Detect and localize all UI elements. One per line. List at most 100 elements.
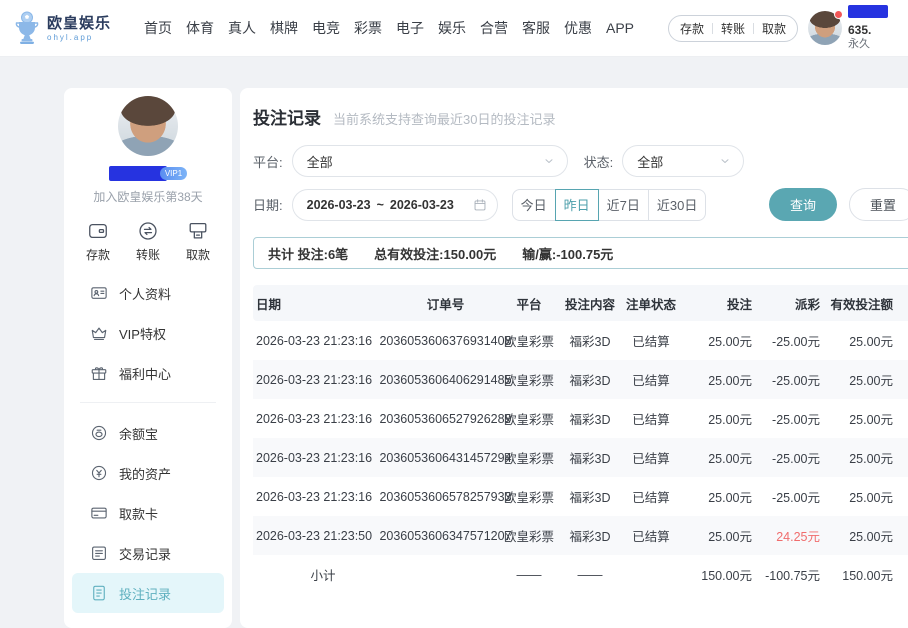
sidebar-item-transactions[interactable]: 交易记录 [72,533,224,573]
date-from: 2026-03-23 [307,198,371,212]
cell-date: 2026-03-23 21:23:16 [253,360,393,399]
sidebar-item-vip[interactable]: VIP特权 [72,313,224,353]
nav-item[interactable]: 合营 [480,18,508,38]
cell-order-number: 2036053606578257933 [393,477,498,516]
cell-payout: -100.75元 [754,555,824,594]
cell-bet-amount: 25.00元 [682,477,754,516]
top-navbar: 欧皇娱乐 ohyl.app 首页体育真人棋牌电竞彩票电子娱乐合营客服优惠APP … [0,0,908,57]
sidebar-item-profile[interactable]: 个人资料 [72,273,224,313]
date-range-input[interactable]: 2026-03-23 ~ 2026-03-23 [292,189,498,221]
cell-bet-amount: 25.00元 [682,360,754,399]
cell-bet-content: 福彩3D [560,360,620,399]
main-nav: 首页体育真人棋牌电竞彩票电子娱乐合营客服优惠 APP [144,18,634,38]
divider [712,23,713,34]
platform-label: 平台: [253,152,283,171]
status-select[interactable]: 全部 [622,145,744,177]
transactions-icon [90,544,108,562]
sidebar-item-welfare[interactable]: 福利中心 [72,353,224,393]
cell-bet-content: 福彩3D [560,477,620,516]
nav-item[interactable]: 优惠 [564,18,592,38]
profile-avatar[interactable] [118,96,178,156]
column-header: 订单号 [393,285,498,321]
sidebar-withdraw-button[interactable]: 取款 [186,220,210,263]
cell-platform: 欧皇彩票 [498,360,560,399]
withdraw-link[interactable]: 取款 [762,20,786,37]
cell-valid-bet: 25.00元 [824,360,901,399]
nav-item[interactable]: 棋牌 [270,18,298,38]
search-button[interactable]: 查询 [769,188,837,221]
sidebar-item-withdraw-card[interactable]: 取款卡 [72,493,224,533]
brand-domain: ohyl.app [47,33,111,42]
column-header: 投注内容 [560,285,620,321]
cell-valid-bet: 25.00元 [824,321,901,360]
subtotal-row: 小计 —— —— 150.00元 -100.75元 150.00元 [253,555,908,594]
cell-bet-content: 福彩3D [560,516,620,555]
cell-platform: —— [498,555,560,594]
page-title: 投注记录 [253,104,321,129]
cell-bet-amount: 25.00元 [682,516,754,555]
sidebar-transfer-button[interactable]: 转账 [136,220,160,263]
cell-order-number: 2036053606406291485 [393,360,498,399]
betting-records-icon [90,584,108,602]
brand-name: 欧皇娱乐 [47,15,111,32]
table-row: 2026-03-23 21:23:16 2036053606578257933 … [253,477,908,516]
sidebar-deposit-button[interactable]: 存款 [86,220,110,263]
table-row: 2026-03-23 21:23:16 2036053606376931408 … [253,321,908,360]
date-label: 日期: [253,195,283,214]
sidebar-item-betting-records[interactable]: 投注记录 [72,573,224,613]
nav-item[interactable]: 娱乐 [438,18,466,38]
nav-item[interactable]: 体育 [186,18,214,38]
cell-bet-amount: 25.00元 [682,438,754,477]
date-preset-button[interactable]: 今日 [512,189,556,221]
nav-item[interactable]: 客服 [522,18,550,38]
cell-payout: -25.00元 [754,399,824,438]
gift-icon [90,364,108,382]
nav-item[interactable]: 电竞 [312,18,340,38]
sidebar-item-yuebao[interactable]: 余额宝 [72,413,224,453]
date-preset-button[interactable]: 近30日 [648,189,706,221]
column-header: 派彩 [754,285,824,321]
reset-button[interactable]: 重置 [849,188,908,221]
platform-select[interactable]: 全部 [292,145,568,177]
nav-item[interactable]: 首页 [144,18,172,38]
id-card-icon [90,284,108,302]
summary-total: 共计 投注:6笔 [268,244,348,263]
transfer-icon [137,220,159,242]
cell-valid-bet: 25.00元 [824,438,901,477]
cell-valid-bet: 150.00元 [824,555,901,594]
nav-item[interactable]: 彩票 [354,18,382,38]
cell-bet-content: 福彩3D [560,321,620,360]
date-preset-button[interactable]: 昨日 [555,189,599,221]
chevron-down-icon [719,155,731,167]
brand-logo[interactable]: 欧皇娱乐 ohyl.app [14,11,134,45]
column-header: 平台 [498,285,560,321]
crown-icon [90,324,108,342]
cell-bet-amount: 150.00元 [682,555,754,594]
nav-item[interactable]: 电子 [396,18,424,38]
cell-payout: -25.00元 [754,360,824,399]
user-vip-status: 永久 [848,38,908,51]
nav-item[interactable]: APP [606,20,634,36]
cell-date: 2026-03-23 21:23:16 [253,477,393,516]
assets-icon [90,464,108,482]
cell-bet-content: 福彩3D [560,399,620,438]
user-balance: 635. [848,23,908,38]
deposit-link[interactable]: 存款 [680,20,704,37]
user-info[interactable]: 635. 永久 [848,5,908,51]
user-avatar[interactable] [808,11,842,45]
table-row: 2026-03-23 21:23:16 2036053606406291485 … [253,360,908,399]
cell-date: 2026-03-23 21:23:16 [253,399,393,438]
transfer-link[interactable]: 转账 [721,20,745,37]
table-header-row: 日期订单号平台投注内容注单状态投注派彩有效投注额 [253,285,908,321]
sidebar-item-assets[interactable]: 我的资产 [72,453,224,493]
cell-platform: 欧皇彩票 [498,477,560,516]
cell-status: 已结算 [620,516,682,555]
date-preset-button[interactable]: 近7日 [598,189,649,221]
cell-bet-content: —— [560,555,620,594]
nav-item[interactable]: 真人 [228,18,256,38]
cell-status: 已结算 [620,477,682,516]
notification-dot [834,10,843,19]
bank-card-icon [90,504,108,522]
date-preset-group: 今日昨日近7日近30日 [512,189,707,221]
wallet-quick-actions: 存款 转账 取款 [668,15,798,42]
